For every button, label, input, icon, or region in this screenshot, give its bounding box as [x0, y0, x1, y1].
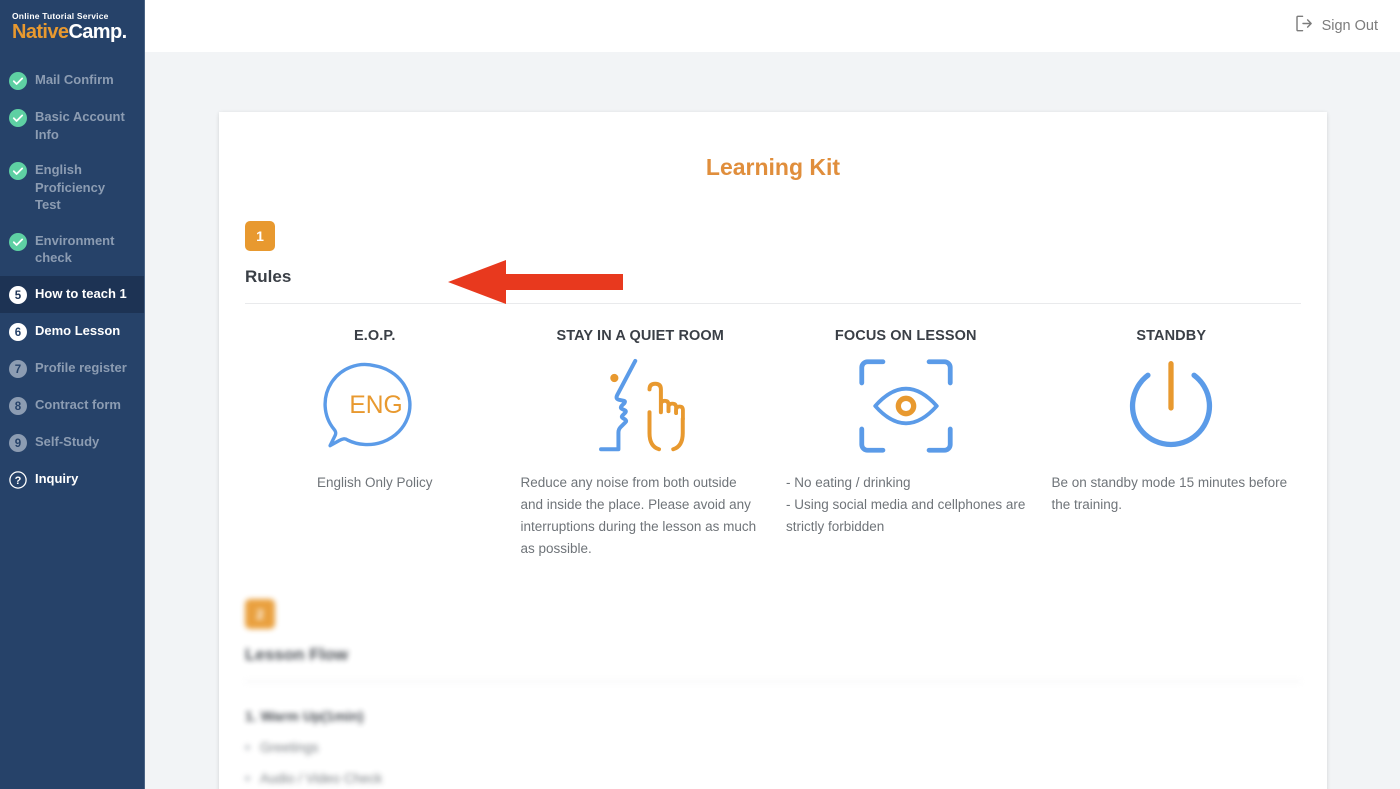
sidebar-item-label: Self-Study: [35, 433, 100, 449]
sidebar-item-environment-check[interactable]: Environment check: [0, 223, 144, 276]
sidebar-item-label: Environment check: [35, 232, 115, 266]
question-circle-icon: ?: [9, 471, 27, 489]
lesson-flow-bullet: Audio / Video Check: [245, 771, 1301, 786]
sidebar-nav: Mail Confirm Basic Account Info English …: [0, 52, 144, 498]
sidebar-item-profile-register[interactable]: 7 Profile register: [0, 350, 144, 387]
step-number-icon: 9: [9, 433, 27, 452]
rule-heading: E.O.P.: [354, 328, 396, 344]
lesson-flow-bullet: Greetings: [245, 740, 1301, 755]
brand-name-camp: Camp.: [68, 20, 127, 43]
brand-tagline: Online Tutorial Service: [12, 10, 109, 21]
svg-text:?: ?: [15, 475, 22, 487]
rule-heading: FOCUS ON LESSON: [834, 328, 977, 344]
rules-section: 1 Rules E.O.P. ENG English Only Policy S…: [219, 221, 1327, 559]
lesson-flow-section-head: 2 Lesson Flow: [245, 599, 1301, 665]
rules-section-head: 1 Rules: [245, 221, 1301, 287]
rule-body: - No eating / drinking - Using social me…: [786, 475, 1026, 534]
sign-out-button[interactable]: Sign Out: [1293, 13, 1378, 39]
brand-name-native: Native: [12, 20, 69, 43]
section-badge: 2: [245, 599, 275, 630]
sidebar-item-contract-form[interactable]: 8 Contract form: [0, 387, 144, 424]
sidebar-item-label: Mail Confirm: [35, 72, 114, 87]
rule-heading: STANDBY: [1136, 328, 1207, 344]
rule-body: English Only Policy: [316, 475, 433, 490]
power-standby-icon: [1042, 350, 1302, 462]
step-number-icon: 6: [9, 322, 27, 341]
sidebar-item-label: English Proficiency Test: [35, 162, 106, 213]
section-divider: [245, 303, 1301, 304]
speech-bubble-eng-icon: ENG: [245, 350, 505, 462]
sidebar-item-label: How to teach 1: [35, 285, 127, 301]
sidebar: Online Tutorial Service NativeCamp. Mail…: [0, 0, 145, 789]
sidebar-item-basic-account-info[interactable]: Basic Account Info: [0, 99, 144, 152]
focus-eye-icon: [776, 350, 1036, 462]
page-title: Learning Kit: [705, 154, 841, 180]
top-header: Sign Out: [145, 0, 1400, 52]
svg-text:8: 8: [15, 401, 22, 413]
step-number-icon: 7: [9, 359, 27, 378]
section-badge: 1: [245, 221, 275, 251]
svg-text:6: 6: [15, 327, 21, 339]
brand-wordmark: NativeCamp.: [12, 22, 144, 42]
sidebar-item-demo-lesson[interactable]: 6 Demo Lesson: [0, 313, 144, 350]
sidebar-item-label: Inquiry: [35, 470, 79, 486]
sidebar-item-label: Basic Account Info: [35, 109, 125, 142]
sidebar-item-mail-confirm[interactable]: Mail Confirm: [0, 62, 144, 99]
rule-card-standby: STANDBY Be on standby mode 15 minutes be…: [1042, 328, 1302, 559]
brand-logo[interactable]: Online Tutorial Service NativeCamp.: [0, 0, 144, 52]
check-circle-icon: [9, 232, 27, 251]
page-content: Learning Kit 1 Rules E.O.P. ENG English …: [145, 52, 1400, 789]
check-circle-icon: [9, 72, 27, 90]
step-number-icon: 8: [9, 396, 27, 415]
rule-icon-text: ENG: [349, 392, 402, 419]
sidebar-item-english-proficiency-test[interactable]: English Proficiency Test: [0, 152, 144, 223]
section-title: Lesson Flow: [245, 645, 348, 665]
svg-text:5: 5: [15, 290, 22, 302]
svg-text:7: 7: [15, 364, 21, 376]
lesson-flow-step: 1. Warm Up(1min): [245, 708, 364, 725]
rule-body: Be on standby mode 15 minutes before the…: [1051, 475, 1288, 512]
learning-kit-card: Learning Kit 1 Rules E.O.P. ENG English …: [219, 112, 1327, 789]
step-number-icon: 5: [9, 285, 27, 304]
rule-body: Reduce any noise from both outside and i…: [520, 475, 757, 556]
rule-card-focus: FOCUS ON LESSON - No eating / drinking -…: [776, 328, 1036, 559]
sign-out-label: Sign Out: [1321, 18, 1378, 34]
sidebar-item-self-study[interactable]: 9 Self-Study: [0, 424, 144, 461]
svg-text:9: 9: [15, 438, 21, 450]
rules-grid: E.O.P. ENG English Only Policy STAY IN A…: [245, 328, 1301, 559]
sidebar-item-label: Profile register: [35, 359, 127, 375]
shush-face-icon: [511, 350, 771, 462]
sidebar-item-label: Contract form: [35, 396, 121, 412]
sidebar-item-label: Demo Lesson: [35, 322, 121, 338]
check-circle-icon: [9, 109, 27, 127]
sidebar-item-inquiry[interactable]: ? Inquiry: [0, 461, 144, 498]
rule-heading: STAY IN A QUIET ROOM: [556, 328, 724, 344]
check-circle-icon: [9, 162, 27, 181]
section-divider: [245, 681, 1301, 683]
lesson-flow-section: 2 Lesson Flow 1. Warm Up(1min) Greetings…: [219, 599, 1327, 786]
rule-card-quiet-room: STAY IN A QUIET ROOM Reduce any noise fr…: [511, 328, 771, 559]
sidebar-item-how-to-teach-1[interactable]: 5 How to teach 1: [0, 275, 144, 313]
section-title: Rules: [245, 267, 292, 286]
rule-card-eop: E.O.P. ENG English Only Policy: [245, 328, 505, 559]
logout-icon: [1293, 13, 1314, 39]
